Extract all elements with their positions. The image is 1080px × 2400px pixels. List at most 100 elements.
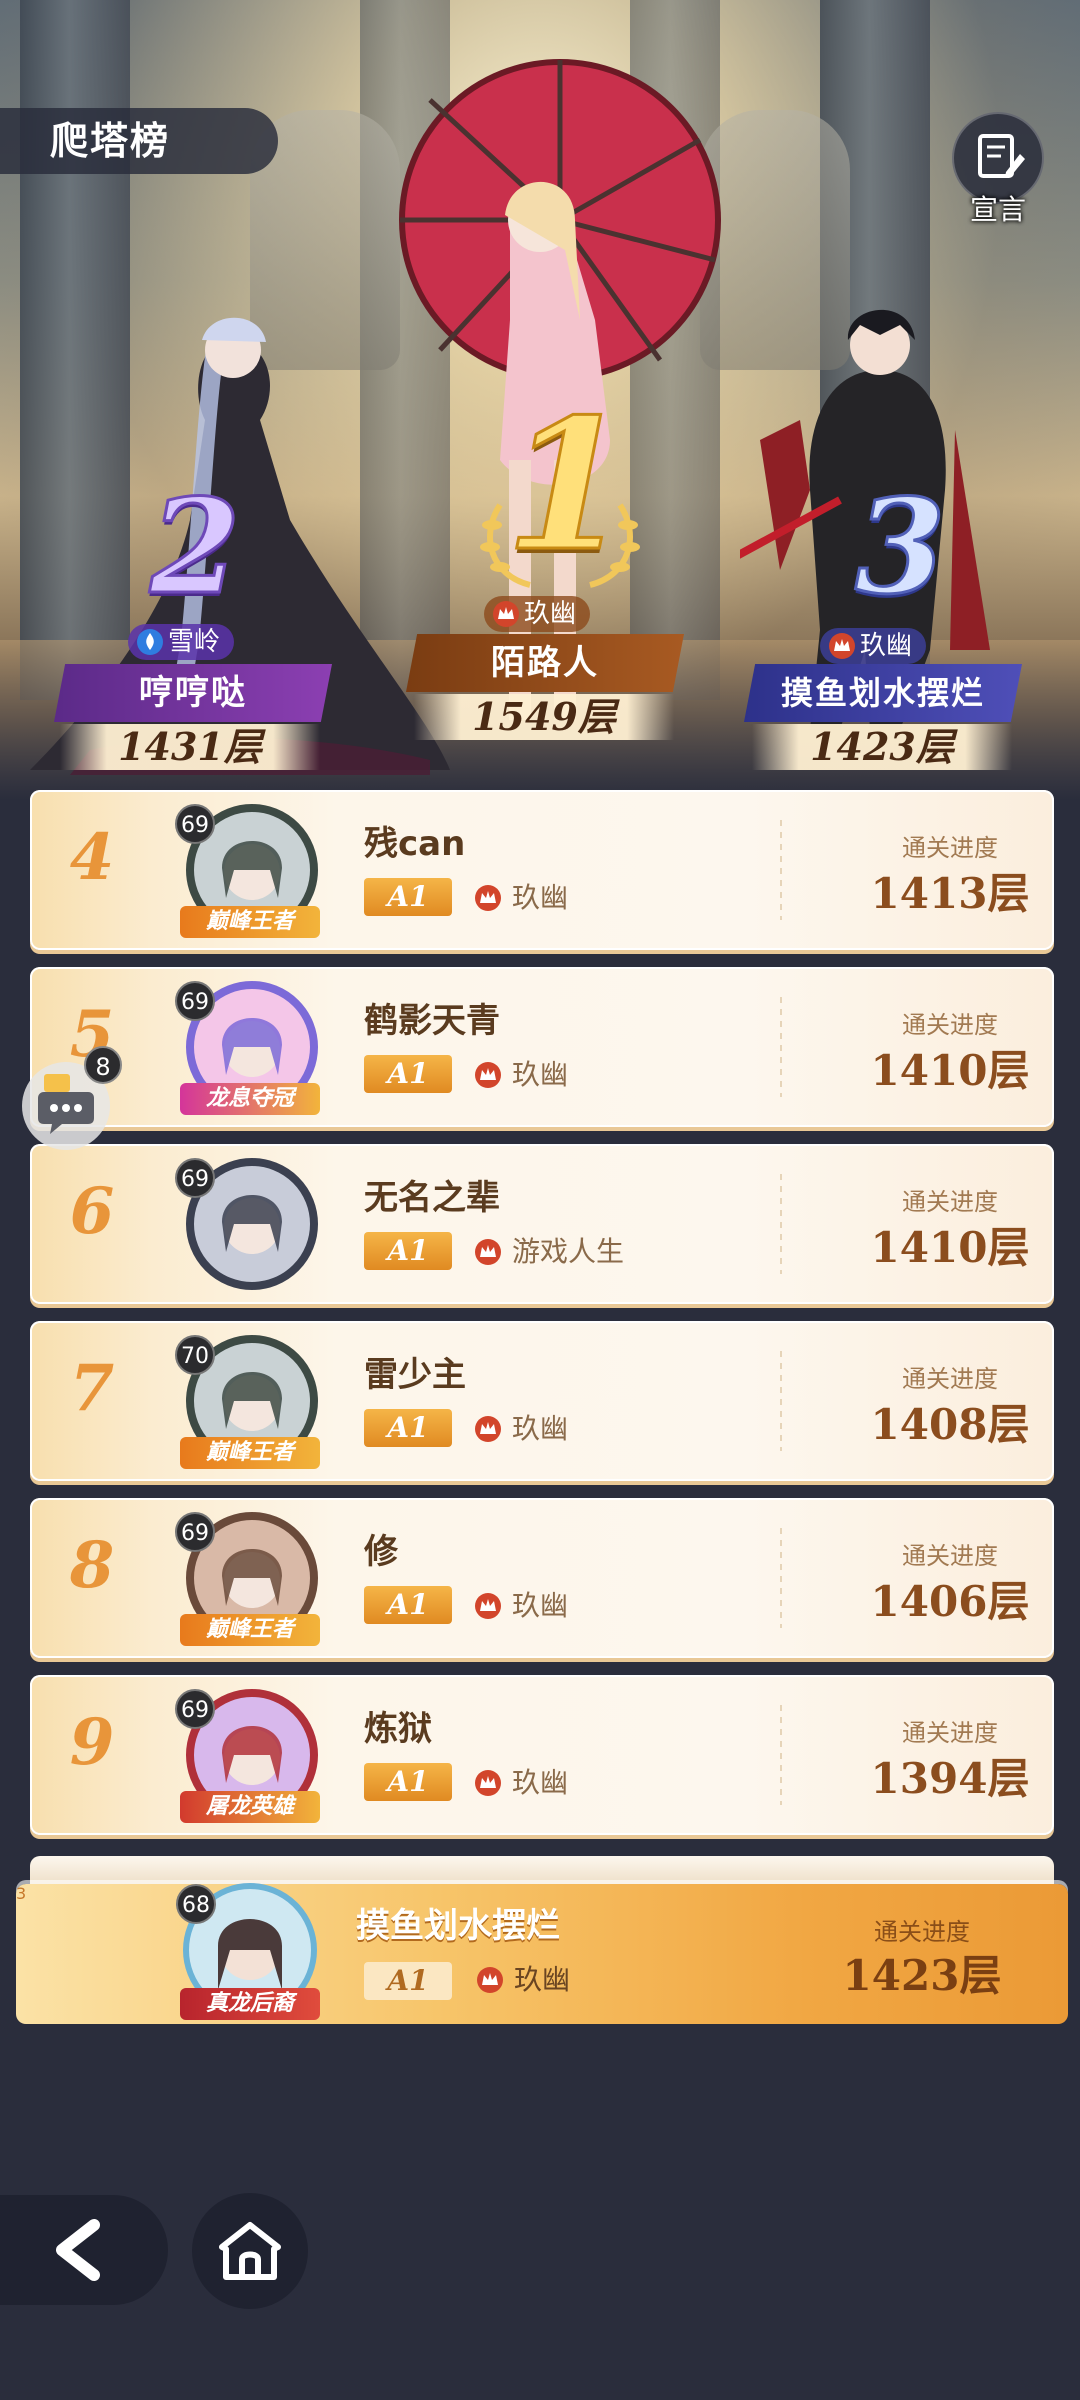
- frame-title: 真龙后裔: [180, 1988, 320, 2020]
- podium-guild-3: 玖幽: [820, 628, 927, 664]
- page-title: 爬塔榜: [0, 108, 278, 174]
- progress-value: 1394层: [870, 1754, 1030, 1803]
- home-icon: [219, 2222, 281, 2280]
- self-rank-row[interactable]: 3 68 真龙后裔 摸鱼划水摆烂 A1 玖幽 通关进度 1423层: [16, 1883, 1068, 2024]
- podium-rank-3: 3: [853, 469, 946, 625]
- progress-label: 通关进度: [902, 1542, 998, 1570]
- frame-title: 龙息夺冠: [180, 1083, 320, 1115]
- guild-name: 玖幽: [860, 631, 913, 661]
- progress-value: 1413层: [870, 869, 1030, 918]
- progress-value: 1406层: [870, 1577, 1030, 1626]
- guild-tag: 玖幽: [474, 1588, 568, 1624]
- guild-tag: 玖幽: [474, 1057, 568, 1093]
- progress-label: 通关进度: [902, 1011, 998, 1039]
- tier-badge: A1: [364, 1763, 452, 1801]
- declaration-label: 宣言: [969, 193, 1026, 226]
- player-name: 鹤影天青: [364, 1001, 500, 1041]
- guild-name: 游戏人生: [512, 1235, 625, 1268]
- tier-badge: A1: [364, 1962, 452, 2000]
- divider: [780, 1528, 782, 1628]
- tier-badge: A1: [364, 1055, 452, 1093]
- guild-name: 雪岭: [168, 627, 221, 657]
- divider: [780, 997, 782, 1097]
- player-name: 修: [364, 1532, 398, 1572]
- player-name: 残can: [364, 824, 466, 864]
- rank-number: 8: [69, 1528, 115, 1603]
- podium-name-2[interactable]: 哼哼哒: [54, 664, 332, 722]
- player-name: 摸鱼划水摆烂: [356, 1906, 560, 1946]
- crown-icon: [493, 601, 519, 627]
- player-name: 雷少主: [364, 1355, 466, 1395]
- guild-name: 玖幽: [512, 1058, 569, 1091]
- player-name: 无名之辈: [364, 1178, 500, 1218]
- level-badge: 69: [175, 1689, 215, 1729]
- level-badge: 69: [175, 981, 215, 1021]
- crown-icon: [475, 885, 501, 911]
- progress-label: 通关进度: [902, 1719, 998, 1747]
- progress-label: 通关进度: [902, 1188, 998, 1216]
- divider: [780, 1351, 782, 1451]
- tier-badge: A1: [364, 1409, 452, 1447]
- table-row[interactable]: 8 69 巅峰王者 修 A1 玖幽 通关进度 1406层: [30, 1498, 1054, 1658]
- frame-title: 巅峰王者: [180, 1614, 320, 1646]
- laurel-icon: [480, 503, 640, 588]
- level-badge: 69: [175, 804, 215, 844]
- crown-icon: [475, 1593, 501, 1619]
- podium-floors-2: 1431层: [60, 724, 320, 770]
- crown-icon: [475, 1062, 501, 1088]
- podium-guild-2: 雪岭: [128, 624, 235, 660]
- rank-number: 4: [69, 820, 115, 895]
- divider: [780, 820, 782, 920]
- player-name: 炼狱: [364, 1709, 432, 1749]
- table-row[interactable]: 7 70 巅峰王者 雷少主 A1 玖幽 通关进度 1408层: [30, 1321, 1054, 1481]
- crown-icon: [829, 633, 855, 659]
- guild-name: 玖幽: [524, 599, 577, 629]
- back-button[interactable]: [0, 2195, 168, 2305]
- rank-number: 6: [69, 1174, 115, 1249]
- crown-icon: [475, 1416, 501, 1442]
- guild-name: 玖幽: [512, 1412, 569, 1445]
- table-row[interactable]: 9 69 屠龙英雄 炼狱 A1 玖幽 通关进度 1394层: [30, 1675, 1054, 1835]
- level-badge: 69: [175, 1512, 215, 1552]
- podium-name-1[interactable]: 陌路人: [406, 634, 684, 692]
- table-row[interactable]: 6 69 无名之辈 A1 游戏人生 通关进度 1410层: [30, 1144, 1054, 1304]
- frame-title: 巅峰王者: [180, 1437, 320, 1469]
- guild-name: 玖幽: [514, 1963, 571, 1996]
- crown-icon: [475, 1770, 501, 1796]
- flame-icon: [137, 629, 163, 655]
- frame-title: 屠龙英雄: [180, 1791, 320, 1823]
- guild-name: 玖幽: [512, 1589, 569, 1622]
- divider: [780, 1705, 782, 1805]
- guild-tag: 玖幽: [474, 1411, 568, 1447]
- guild-tag: 游戏人生: [474, 1234, 624, 1270]
- progress-value: 1410层: [870, 1046, 1030, 1095]
- progress-label: 通关进度: [902, 1365, 998, 1393]
- home-button[interactable]: [192, 2193, 308, 2309]
- guild-tag: 玖幽: [476, 1962, 570, 1998]
- podium-floors-1: 1549层: [414, 694, 674, 740]
- podium-rank-2: 2: [148, 469, 241, 625]
- crown-icon: [477, 1967, 503, 1993]
- divider: [780, 1174, 782, 1274]
- rank-number: 9: [69, 1705, 115, 1780]
- table-row[interactable]: 5 69 龙息夺冠 鹤影天青 A1 玖幽 通关进度 1410层: [30, 967, 1054, 1127]
- tier-badge: A1: [364, 1232, 452, 1270]
- progress-value: 1410层: [870, 1223, 1030, 1272]
- table-row[interactable]: 4 69 巅峰王者 残can A1 玖幽 通关进度 1413层: [30, 790, 1054, 950]
- podium-name-3[interactable]: 摸鱼划水摆烂: [744, 664, 1022, 722]
- guild-tag: 玖幽: [474, 880, 568, 916]
- mask-icon: [475, 1239, 501, 1265]
- level-badge: 69: [175, 1158, 215, 1198]
- progress-label: 通关进度: [902, 834, 998, 862]
- chat-unread-badge: 8: [84, 1046, 122, 1084]
- tier-badge: A1: [364, 878, 452, 916]
- guild-name: 玖幽: [512, 1766, 569, 1799]
- guild-name: 玖幽: [512, 881, 569, 914]
- progress-value: 1423层: [842, 1951, 1002, 2000]
- guild-tag: 玖幽: [474, 1765, 568, 1801]
- tier-badge: A1: [364, 1586, 452, 1624]
- back-arrow-icon: [56, 2219, 100, 2281]
- level-badge: 68: [176, 1884, 216, 1924]
- level-badge: 70: [175, 1335, 215, 1375]
- podium-guild-1: 玖幽: [484, 596, 591, 632]
